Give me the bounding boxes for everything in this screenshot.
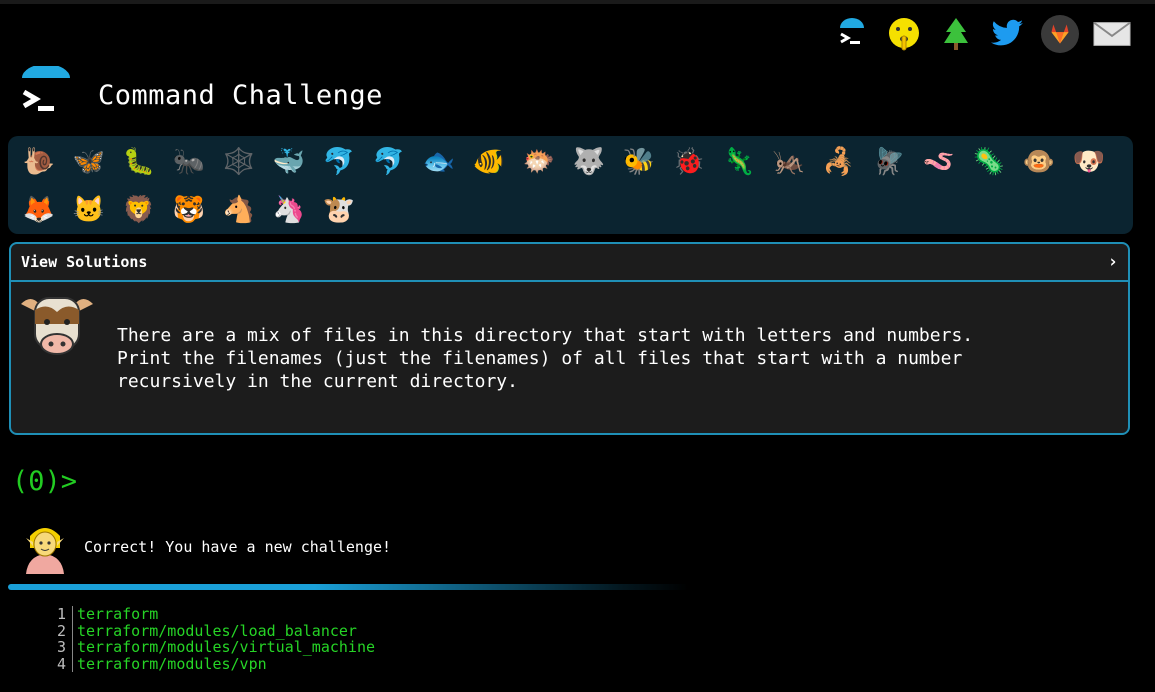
challenge-animal-icon[interactable]: 🦂 (814, 140, 864, 184)
output-path: terraform (77, 605, 159, 623)
result-message: Correct! You have a new challenge! (84, 538, 392, 556)
challenge-animal-icon[interactable]: 🦋 (64, 140, 114, 184)
challenge-animal-icon[interactable]: 🦊 (14, 188, 64, 232)
challenge-animal-icon[interactable]: 🐮 (314, 188, 364, 232)
twitter-icon[interactable] (989, 14, 1027, 54)
challenge-animal-icon[interactable]: 🐡 (514, 140, 564, 184)
challenge-animal-icon[interactable]: 🦄 (264, 188, 314, 232)
page-title: Command Challenge (98, 80, 383, 111)
challenge-animal-icon[interactable]: 🦗 (764, 140, 814, 184)
challenge-animal-icon[interactable]: 🪰 (864, 140, 914, 184)
challenge-animal-icon[interactable]: 🐵 (1014, 140, 1064, 184)
challenge-animal-icon[interactable]: 🐴 (214, 188, 264, 232)
challenge-animal-icon[interactable]: 🐜 (164, 140, 214, 184)
animal-row-1: 🐌 🦋 🐛 🐜 🕸️ 🐳 🐬 🐬 🐟 🐠 🐡 🐺 🐝 🐞 🦎 🦗 🦂 🪰 🪱 🦠 🐵 🐶 (14, 140, 1114, 184)
chevron-right-icon: › (1107, 252, 1118, 272)
line-number: 3 (50, 639, 73, 656)
challenge-animal-icon[interactable]: 🦠 (964, 140, 1014, 184)
output-path: terraform/modules/virtual_machine (77, 638, 376, 656)
challenge-animal-icon[interactable]: 🪱 (914, 140, 964, 184)
command-output: 1 terraform 2 terraform/modules/load_balanc… (50, 606, 375, 672)
top-edge (0, 0, 1155, 4)
view-solutions-label: View Solutions (21, 253, 148, 271)
challenge-animal-icon[interactable]: 🐯 (164, 188, 214, 232)
mail-icon[interactable] (1093, 14, 1131, 54)
terminal-logo-icon[interactable] (833, 14, 871, 54)
challenge-animal-icon[interactable]: 🐛 (114, 140, 164, 184)
challenge-animal-icon[interactable]: 🐠 (464, 140, 514, 184)
app-logo-icon (18, 64, 74, 122)
challenge-animal-icon[interactable]: 🐞 (664, 140, 714, 184)
animal-row-2: 🦊 🐱 🦁 🐯 🐴 🦄 🐮 (14, 188, 364, 232)
elf-icon (18, 520, 72, 574)
challenge-animal-icon[interactable]: 🐺 (564, 140, 614, 184)
challenge-animal-icon[interactable]: 🐬 (364, 140, 414, 184)
challenge-animal-icon[interactable]: 🐟 (414, 140, 464, 184)
challenge-animal-icon[interactable]: 🐱 (64, 188, 114, 232)
gitlab-icon[interactable] (1041, 14, 1079, 54)
output-divider (8, 584, 688, 590)
output-line: 2 terraform/modules/load_balancer (50, 621, 375, 640)
challenge-card: View Solutions › There are a mix of file… (9, 242, 1130, 435)
line-number: 2 (50, 622, 73, 639)
evergreen-tree-icon[interactable] (937, 14, 975, 54)
shell-prompt[interactable]: (0)> (12, 466, 77, 497)
challenge-animal-icon[interactable]: 🐬 (314, 140, 364, 184)
challenge-animal-icon[interactable]: 🦁 (114, 188, 164, 232)
output-path: terraform/modules/vpn (77, 654, 267, 673)
output-line: 4 terraform/modules/vpn (50, 654, 375, 673)
challenge-animal-icon[interactable]: 🐶 (1064, 140, 1114, 184)
challenge-animal-icon[interactable]: 🐝 (614, 140, 664, 184)
challenge-animal-icon[interactable]: 🐳 (264, 140, 314, 184)
challenge-progress-strip: 🐌 🦋 🐛 🐜 🕸️ 🐳 🐬 🐬 🐟 🐠 🐡 🐺 🐝 🐞 🦎 🦗 🦂 🪰 🪱 🦠 🐵 🐶 🦊 🐱 🦁 🐯 🐴 🦄 🐮 (8, 136, 1133, 234)
cow-face-icon (17, 290, 97, 362)
challenge-animal-icon[interactable]: 🐌 (14, 140, 64, 184)
view-solutions-toggle[interactable]: View Solutions › (11, 244, 1128, 282)
output-line: 3 terraform/modules/virtual_machine (50, 639, 375, 656)
challenge-animal-icon[interactable]: 🦎 (714, 140, 764, 184)
line-number: 1 (50, 606, 73, 623)
shushing-face-icon[interactable] (885, 14, 923, 54)
top-icon-bar (833, 14, 1131, 54)
line-number: 4 (50, 655, 73, 672)
challenge-animal-icon[interactable]: 🕸️ (214, 140, 264, 184)
challenge-body: There are a mix of files in this directo… (11, 282, 1128, 432)
output-path: terraform/modules/load_balancer (77, 621, 357, 640)
output-line: 1 terraform (50, 606, 375, 623)
challenge-description: There are a mix of files in this directo… (117, 325, 974, 392)
